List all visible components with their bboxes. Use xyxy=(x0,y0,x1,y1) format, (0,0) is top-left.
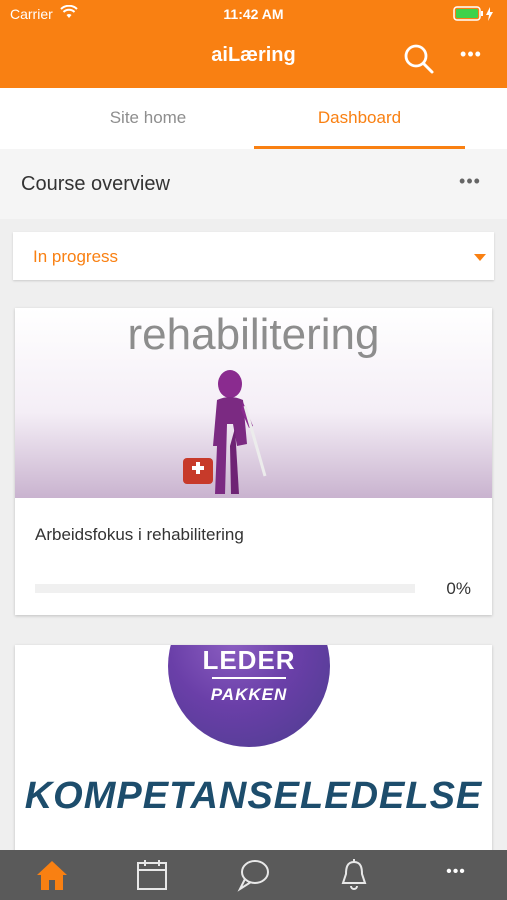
status-bar: Carrier 11:42 AM xyxy=(0,0,507,28)
search-icon[interactable] xyxy=(402,42,436,76)
notifications-icon[interactable] xyxy=(336,858,372,894)
figure-with-medical-bag-icon xyxy=(183,370,267,494)
home-icon[interactable] xyxy=(34,858,70,894)
tab-bar: Site home Dashboard xyxy=(0,88,507,149)
chevron-down-icon xyxy=(474,254,486,261)
tab-dashboard[interactable]: Dashboard xyxy=(254,88,465,149)
logo-text-pakken: PAKKEN xyxy=(210,685,288,704)
course-overview-header: Course overview ••• xyxy=(0,149,507,219)
app-header: Carrier 11:42 AM aiLæring ••• xyxy=(0,0,507,88)
course-name: Arbeidsfokus i rehabilitering xyxy=(35,525,244,544)
header-more-button[interactable]: ••• xyxy=(454,44,488,70)
messages-icon[interactable] xyxy=(236,858,272,894)
battery-icon xyxy=(453,6,497,22)
course-filter-value: In progress xyxy=(33,247,119,266)
course-overview-more-button[interactable]: ••• xyxy=(452,171,488,195)
course-filter-select[interactable]: In progress xyxy=(13,232,494,280)
course-progress-bar xyxy=(35,584,415,593)
course-overview-title: Course overview xyxy=(21,173,170,195)
course-image: LEDER PAKKEN KOMPETANSELEDELSE xyxy=(15,645,492,855)
logo-text-leder: LEDER xyxy=(202,645,296,675)
status-time: 11:42 AM xyxy=(223,6,284,22)
tab-site-home[interactable]: Site home xyxy=(42,88,254,149)
course-image-text: rehabilitering xyxy=(127,310,380,359)
calendar-icon[interactable] xyxy=(134,858,170,894)
course-image: rehabilitering xyxy=(15,308,492,498)
course-progress-text: 0% xyxy=(446,579,471,598)
course-card[interactable]: rehabilitering Arbeidsfokus i rehabilite… xyxy=(15,308,492,615)
bottom-navigation: ••• xyxy=(0,850,507,900)
course-image-text: KOMPETANSELEDELSE xyxy=(24,775,483,817)
logo-divider xyxy=(212,677,286,679)
course-card[interactable]: LEDER PAKKEN KOMPETANSELEDELSE xyxy=(15,645,492,855)
more-icon[interactable]: ••• xyxy=(438,858,474,894)
lederpakken-logo: LEDER PAKKEN xyxy=(168,645,330,747)
